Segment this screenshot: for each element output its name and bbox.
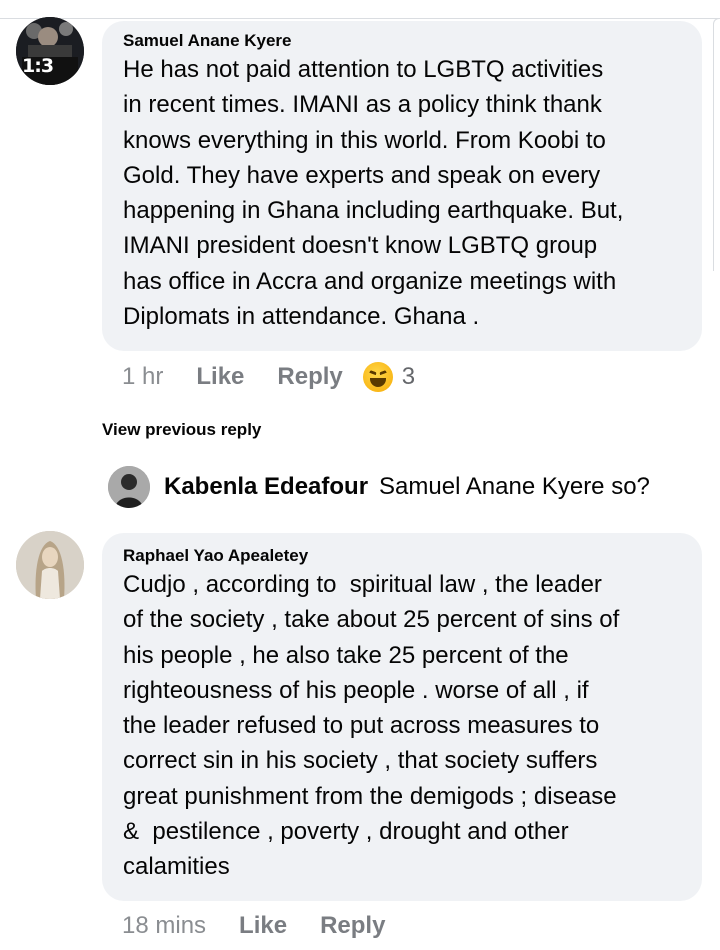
comment-text: Cudjo , according to spiritual law , the… [123,571,620,881]
avatar-score-badge: 1:3 [22,55,54,77]
laughing-emoji-icon [362,362,393,392]
view-previous-replies-link[interactable]: View previous reply [102,420,261,440]
reply-author[interactable]: Kabenla Edeafour [164,473,368,501]
reaction-count: 3 [401,363,416,390]
avatar[interactable]: 1:3 [16,17,84,85]
reaction-summary[interactable]: 3 [362,362,416,392]
reply-text: Samuel Anane Kyere so? [379,473,650,500]
comment-timestamp[interactable]: 18 mins [122,912,206,940]
like-button[interactable]: Like [239,912,287,940]
reply-button[interactable]: Reply [277,363,342,391]
comment-bubble: Raphael Yao Apealetey Cudjo , according … [102,533,702,901]
avatar[interactable] [16,531,84,599]
comment-timestamp[interactable]: 1 hr [122,363,163,391]
avatar[interactable] [108,466,150,508]
reply-button[interactable]: Reply [320,912,385,940]
person-photo-icon [108,466,150,508]
comment-bubble: Samuel Anane Kyere He has not paid atten… [102,21,702,351]
comment-actions: 18 mins Like Reply [122,912,385,940]
like-button[interactable]: Like [196,363,244,391]
adjacent-panel-edge [713,18,720,271]
reply-preview[interactable]: Kabenla Edeafour Samuel Anane Kyere so? [108,466,650,508]
comment-author[interactable]: Raphael Yao Apealetey [123,545,682,567]
comment-author[interactable]: Samuel Anane Kyere [123,30,682,52]
top-divider [0,18,720,19]
comment-text: He has not paid attention to LGBTQ activ… [123,56,624,331]
comment-actions: 1 hr Like Reply 3 [122,362,415,392]
portrait-photo-icon [16,531,84,599]
